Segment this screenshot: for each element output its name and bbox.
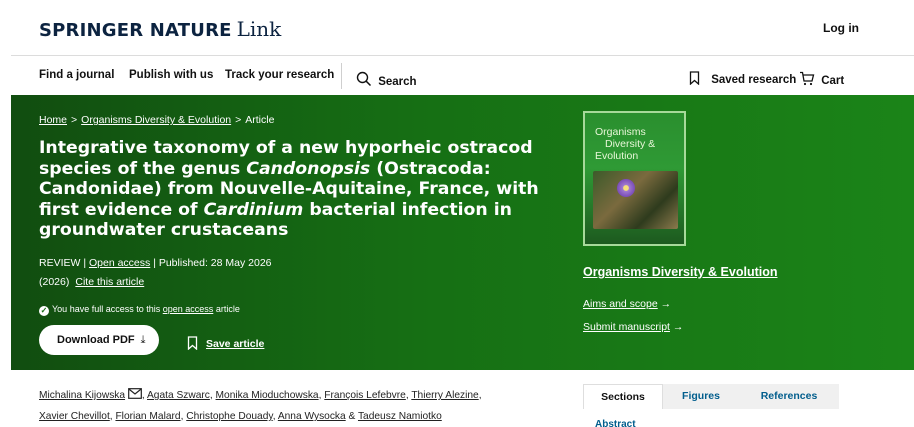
- access-text: article: [215, 304, 240, 314]
- open-access-link[interactable]: Open access: [89, 257, 150, 269]
- login-link[interactable]: Log in: [823, 21, 859, 35]
- aims-scope-link[interactable]: Aims and scope →: [583, 298, 671, 310]
- arrow-right-icon: →: [672, 321, 684, 333]
- breadcrumb: Home > Organisms Diversity & Evolution > Art…: [39, 114, 274, 126]
- email-icon[interactable]: [128, 388, 142, 399]
- submit-manuscript-link[interactable]: Submit manuscript →: [583, 321, 683, 333]
- article-hero: Home > Organisms Diversity & Evolution > Art…: [11, 95, 914, 370]
- brand-bar: SPRINGER NATURE Link Log in: [11, 0, 914, 56]
- main-nav: Find a journal Publish with us Track you…: [11, 57, 914, 95]
- download-icon: ⤓: [140, 334, 146, 346]
- author-link[interactable]: Christophe Douady: [186, 411, 272, 422]
- author-link[interactable]: Anna Wysocka: [278, 411, 346, 422]
- section-tabs: Sections Figures References: [583, 384, 839, 409]
- submit-manuscript-label: Submit manuscript: [583, 321, 670, 333]
- breadcrumb-journal[interactable]: Organisms Diversity & Evolution: [81, 114, 231, 126]
- brand-link-word: Link: [236, 17, 282, 41]
- author-link[interactable]: François Lefebvre: [324, 390, 406, 401]
- published-date: Published: 28 May 2026: [158, 257, 272, 269]
- cart-button[interactable]: Cart: [799, 69, 844, 87]
- author-link[interactable]: Michalina Kijowska: [39, 390, 125, 401]
- saved-research-button[interactable]: Saved research: [689, 69, 796, 86]
- download-pdf-label: Download PDF: [57, 334, 135, 346]
- arrow-right-icon: →: [660, 298, 672, 310]
- author-link[interactable]: Florian Malard: [115, 411, 180, 422]
- breadcrumb-home[interactable]: Home: [39, 114, 67, 126]
- article-meta: REVIEW | Open access | Published: 28 May…: [39, 257, 272, 269]
- nav-divider: [341, 63, 342, 89]
- brand-name: SPRINGER NATURE: [39, 20, 232, 41]
- tab-figures[interactable]: Figures: [663, 384, 739, 409]
- author-link[interactable]: Agata Szwarc: [147, 390, 210, 401]
- breadcrumb-separator: >: [235, 114, 242, 126]
- cover-flower: [617, 179, 635, 197]
- find-journal-link[interactable]: Find a journal: [39, 69, 114, 81]
- article-title: Integrative taxonomy of a new hyporheic …: [39, 138, 559, 241]
- author-link[interactable]: Monika Mioduchowska: [216, 390, 319, 401]
- aims-scope-label: Aims and scope: [583, 298, 658, 310]
- author-link[interactable]: Tadeusz Namiotko: [358, 411, 442, 422]
- author-link[interactable]: Xavier Chevillot: [39, 411, 110, 422]
- cite-article-link[interactable]: Cite this article: [75, 276, 144, 288]
- access-notice: ✓ You have full access to this open acces…: [39, 304, 240, 316]
- save-article-label: Save article: [206, 338, 265, 350]
- cart-icon: [800, 71, 815, 86]
- breadcrumb-current: Article: [245, 114, 275, 126]
- search-button[interactable]: Search: [356, 69, 417, 88]
- article-year: (2026): [39, 276, 70, 288]
- journal-cover[interactable]: Organisms Diversity & Evolution: [583, 111, 686, 246]
- cover-title-line: Diversity &: [605, 138, 656, 150]
- citation-row: (2026) Cite this article: [39, 276, 144, 288]
- checkmark-icon: ✓: [39, 306, 49, 316]
- author-link[interactable]: Thierry Alezine: [411, 390, 478, 401]
- access-text: You have full access to this: [52, 304, 161, 314]
- article-type: REVIEW: [39, 257, 81, 269]
- page: SPRINGER NATURE Link Log in Find a journa…: [11, 0, 914, 427]
- journal-name-link[interactable]: Organisms Diversity & Evolution: [583, 265, 778, 279]
- tab-sections[interactable]: Sections: [583, 384, 663, 409]
- save-article-button[interactable]: Save article: [187, 333, 265, 351]
- cover-title: Organisms Diversity & Evolution: [595, 126, 655, 162]
- springer-nature-logo[interactable]: SPRINGER NATURE Link: [39, 17, 281, 42]
- bookmark-icon: [187, 336, 198, 351]
- track-research-link[interactable]: Track your research: [225, 69, 334, 81]
- cart-label: Cart: [821, 75, 845, 87]
- tab-references[interactable]: References: [739, 384, 839, 409]
- bookmark-icon: [689, 71, 700, 86]
- author-list: Michalina Kijowska , Agata Szwarc, Monik…: [39, 388, 482, 422]
- publish-link[interactable]: Publish with us: [129, 69, 213, 81]
- cover-title-line: Organisms: [595, 126, 646, 138]
- download-pdf-button[interactable]: Download PDF ⤓: [39, 325, 159, 355]
- search-label: Search: [378, 76, 417, 88]
- saved-research-label: Saved research: [711, 74, 797, 86]
- title-bacterium: Cardinium: [203, 199, 304, 220]
- access-open-access-link[interactable]: open access: [163, 304, 214, 314]
- breadcrumb-separator: >: [71, 114, 78, 126]
- section-link-abstract[interactable]: Abstract: [595, 419, 636, 427]
- cover-photo: [593, 171, 678, 229]
- title-genus: Candonopsis: [246, 158, 371, 179]
- search-icon: [356, 71, 372, 87]
- cover-title-line: Evolution: [595, 150, 639, 162]
